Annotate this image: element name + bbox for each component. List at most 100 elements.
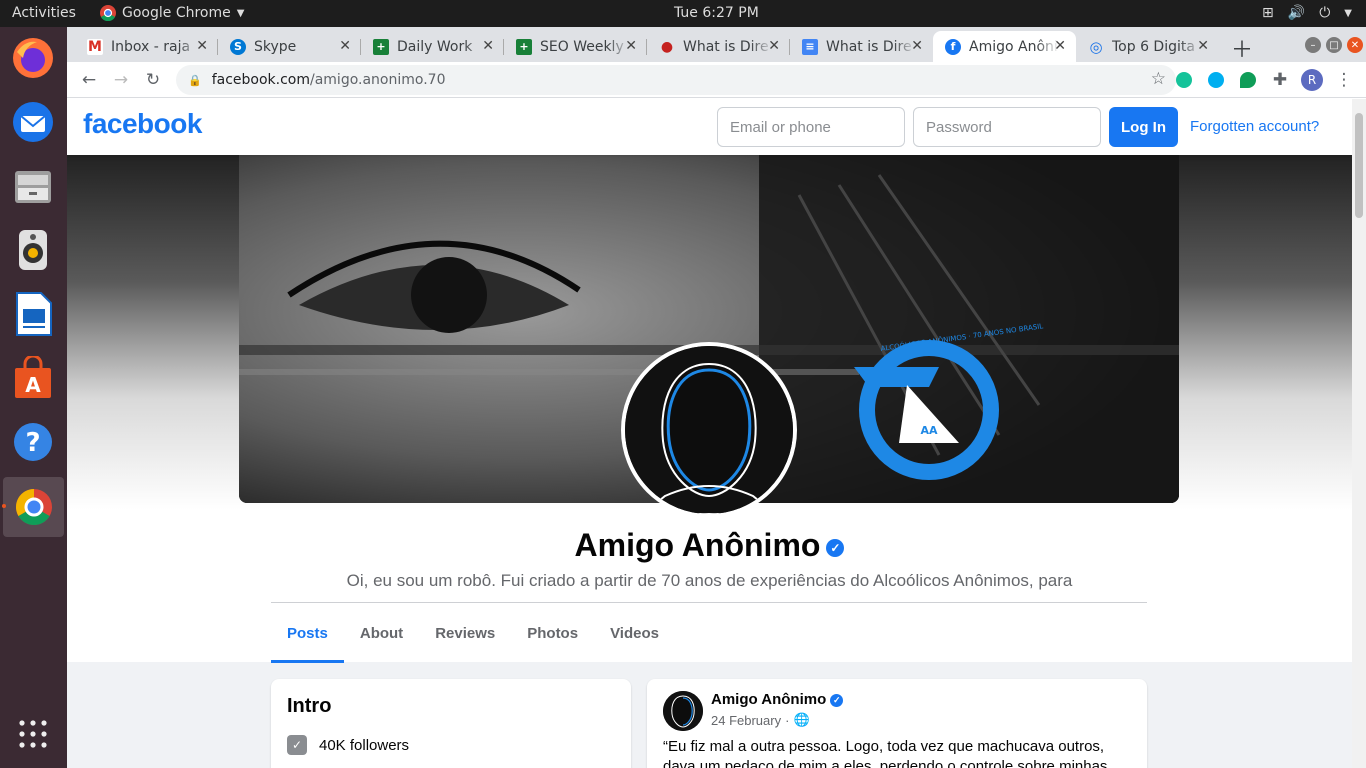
close-icon[interactable]: ✕ xyxy=(911,38,923,54)
tab-posts[interactable]: Posts xyxy=(271,603,344,663)
sheets-icon: + xyxy=(373,38,389,55)
facebook-page: facebook Log In Forgotten account? xyxy=(67,99,1352,768)
facebook-logo[interactable]: facebook xyxy=(83,108,202,140)
help-launcher[interactable]: ? xyxy=(8,417,58,467)
close-icon[interactable]: ✕ xyxy=(1054,38,1066,54)
system-top-bar: Activities Google Chrome ▼ Tue 6:27 PM ⊞… xyxy=(0,0,1366,27)
new-tab-button[interactable]: ＋ xyxy=(1231,32,1253,64)
profile-bio: Oi, eu sou um robô. Fui criado a partir … xyxy=(346,571,1073,590)
docs-icon: ≡ xyxy=(802,38,818,55)
profile-nav: Posts About Reviews Photos Videos xyxy=(271,603,675,663)
close-icon[interactable]: ✕ xyxy=(768,38,780,54)
close-icon[interactable]: ✕ xyxy=(339,38,351,54)
profile-picture[interactable] xyxy=(621,342,797,518)
chrome-launcher[interactable] xyxy=(3,477,64,537)
activities-button[interactable]: Activities xyxy=(12,5,76,21)
profile-name: Amigo Anônimo ✓ xyxy=(67,527,1352,564)
browser-toolbar: ← → ↻ 🔒 facebook.com/amigo.anonimo.70 ☆ … xyxy=(67,62,1366,98)
tab-seo-weekly[interactable]: + SEO Weekly ✕ xyxy=(504,31,647,62)
site-icon: ◎ xyxy=(1089,37,1103,56)
dock: A ? xyxy=(0,27,67,768)
power-icon: ⏻ xyxy=(1319,5,1331,21)
maximize-button[interactable]: □ xyxy=(1326,37,1342,53)
system-tray[interactable]: ⊞ 🔊 ⏻ ▼ xyxy=(1262,5,1352,21)
app-grid-icon xyxy=(19,720,47,748)
tab-title: Skype xyxy=(254,38,297,55)
globe-icon: 🌐 xyxy=(793,712,810,727)
writer-launcher[interactable] xyxy=(8,289,58,339)
back-arrow-icon[interactable]: ← xyxy=(78,69,100,91)
scrollbar-thumb[interactable] xyxy=(1355,113,1363,218)
tab-title: Amigo Anôni xyxy=(969,38,1058,55)
tab-title: Daily Work xyxy=(397,38,473,55)
login-button[interactable]: Log In xyxy=(1109,107,1178,147)
intro-card: Intro ✓ 40K followers xyxy=(271,679,631,768)
grammarly-icon[interactable] xyxy=(1173,69,1195,91)
file-cabinet-icon xyxy=(15,171,51,203)
forgotten-account-link[interactable]: Forgotten account? xyxy=(1190,118,1319,135)
close-icon[interactable]: ✕ xyxy=(625,38,637,54)
forward-arrow-icon[interactable]: → xyxy=(110,69,132,91)
skype-icon: S xyxy=(230,38,246,55)
tab-title: What is Dire xyxy=(683,38,769,55)
rhythmbox-launcher[interactable] xyxy=(8,225,58,275)
tab-what-is-dire-1[interactable]: ● What is Dire ✕ xyxy=(647,31,790,62)
files-launcher[interactable] xyxy=(8,161,58,211)
tab-photos[interactable]: Photos xyxy=(511,603,594,663)
more-menu-icon[interactable]: ⋮ xyxy=(1333,69,1355,91)
post-author[interactable]: Amigo Anônimo ✓ xyxy=(711,691,844,708)
clock[interactable]: Tue 6:27 PM xyxy=(674,5,759,21)
faceless-head-icon xyxy=(663,691,703,731)
running-indicator xyxy=(2,504,6,508)
chevron-down-icon: ▼ xyxy=(236,7,245,19)
email-field[interactable] xyxy=(717,107,905,147)
profile-avatar[interactable]: R xyxy=(1301,69,1323,91)
followers-check-icon: ✓ xyxy=(287,735,307,755)
svg-text:?: ? xyxy=(25,428,40,458)
post-avatar[interactable] xyxy=(663,691,703,731)
followers-row[interactable]: ✓ 40K followers xyxy=(287,735,409,755)
post-meta: 24 February · 🌐 xyxy=(711,712,810,728)
separator-dot: · xyxy=(785,712,790,728)
chrome-icon xyxy=(15,489,52,526)
reload-icon[interactable]: ↻ xyxy=(142,69,164,91)
extensions-puzzle-icon[interactable]: ✚ xyxy=(1269,69,1291,91)
firefox-launcher[interactable] xyxy=(8,33,58,83)
tab-daily-work[interactable]: + Daily Work ✕ xyxy=(361,31,504,62)
close-icon[interactable]: ✕ xyxy=(1197,38,1209,54)
tab-reviews[interactable]: Reviews xyxy=(419,603,511,663)
skype-extension-icon[interactable] xyxy=(1205,69,1227,91)
show-apps-button[interactable] xyxy=(8,709,58,759)
tab-title: What is Dire xyxy=(826,38,912,55)
post-date[interactable]: 24 February xyxy=(711,713,781,728)
chrome-icon xyxy=(100,5,116,21)
close-icon[interactable]: ✕ xyxy=(482,38,494,54)
tab-title: Inbox - raja xyxy=(111,38,191,55)
close-window-button[interactable]: ✕ xyxy=(1347,37,1363,53)
app-menu[interactable]: Google Chrome ▼ xyxy=(100,5,244,21)
minimize-button[interactable]: – xyxy=(1305,37,1321,53)
close-icon[interactable]: ✕ xyxy=(196,38,208,54)
password-field[interactable] xyxy=(913,107,1101,147)
tab-what-is-dire-2[interactable]: ≡ What is Dire ✕ xyxy=(790,31,933,62)
url-host: facebook.com xyxy=(211,72,310,88)
hangouts-icon[interactable] xyxy=(1237,69,1259,91)
page-scrollbar[interactable] xyxy=(1352,99,1366,768)
tab-gmail[interactable]: M Inbox - raja ✕ xyxy=(75,31,218,62)
tab-title: SEO Weekly xyxy=(540,38,624,55)
tab-skype[interactable]: S Skype ✕ xyxy=(218,31,361,62)
tab-about[interactable]: About xyxy=(344,603,419,663)
svg-text:AA: AA xyxy=(920,424,938,437)
volume-icon: 🔊 xyxy=(1287,5,1306,21)
software-launcher[interactable]: A xyxy=(8,353,58,403)
tab-amigo-anonimo[interactable]: f Amigo Anôni ✕ xyxy=(933,31,1076,62)
address-bar[interactable]: 🔒 facebook.com/amigo.anonimo.70 ☆ xyxy=(176,65,1176,95)
tab-videos[interactable]: Videos xyxy=(594,603,675,663)
thunderbird-launcher[interactable] xyxy=(8,97,58,147)
tab-top-6-digital[interactable]: ◎ Top 6 Digita ✕ xyxy=(1076,31,1219,62)
facebook-header: facebook Log In Forgotten account? xyxy=(67,99,1352,155)
network-icon: ⊞ xyxy=(1262,5,1274,21)
app-menu-label: Google Chrome xyxy=(122,5,231,21)
star-icon[interactable]: ☆ xyxy=(1151,69,1166,89)
post-card: Amigo Anônimo ✓ 24 February · 🌐 “Eu fiz m… xyxy=(647,679,1147,768)
